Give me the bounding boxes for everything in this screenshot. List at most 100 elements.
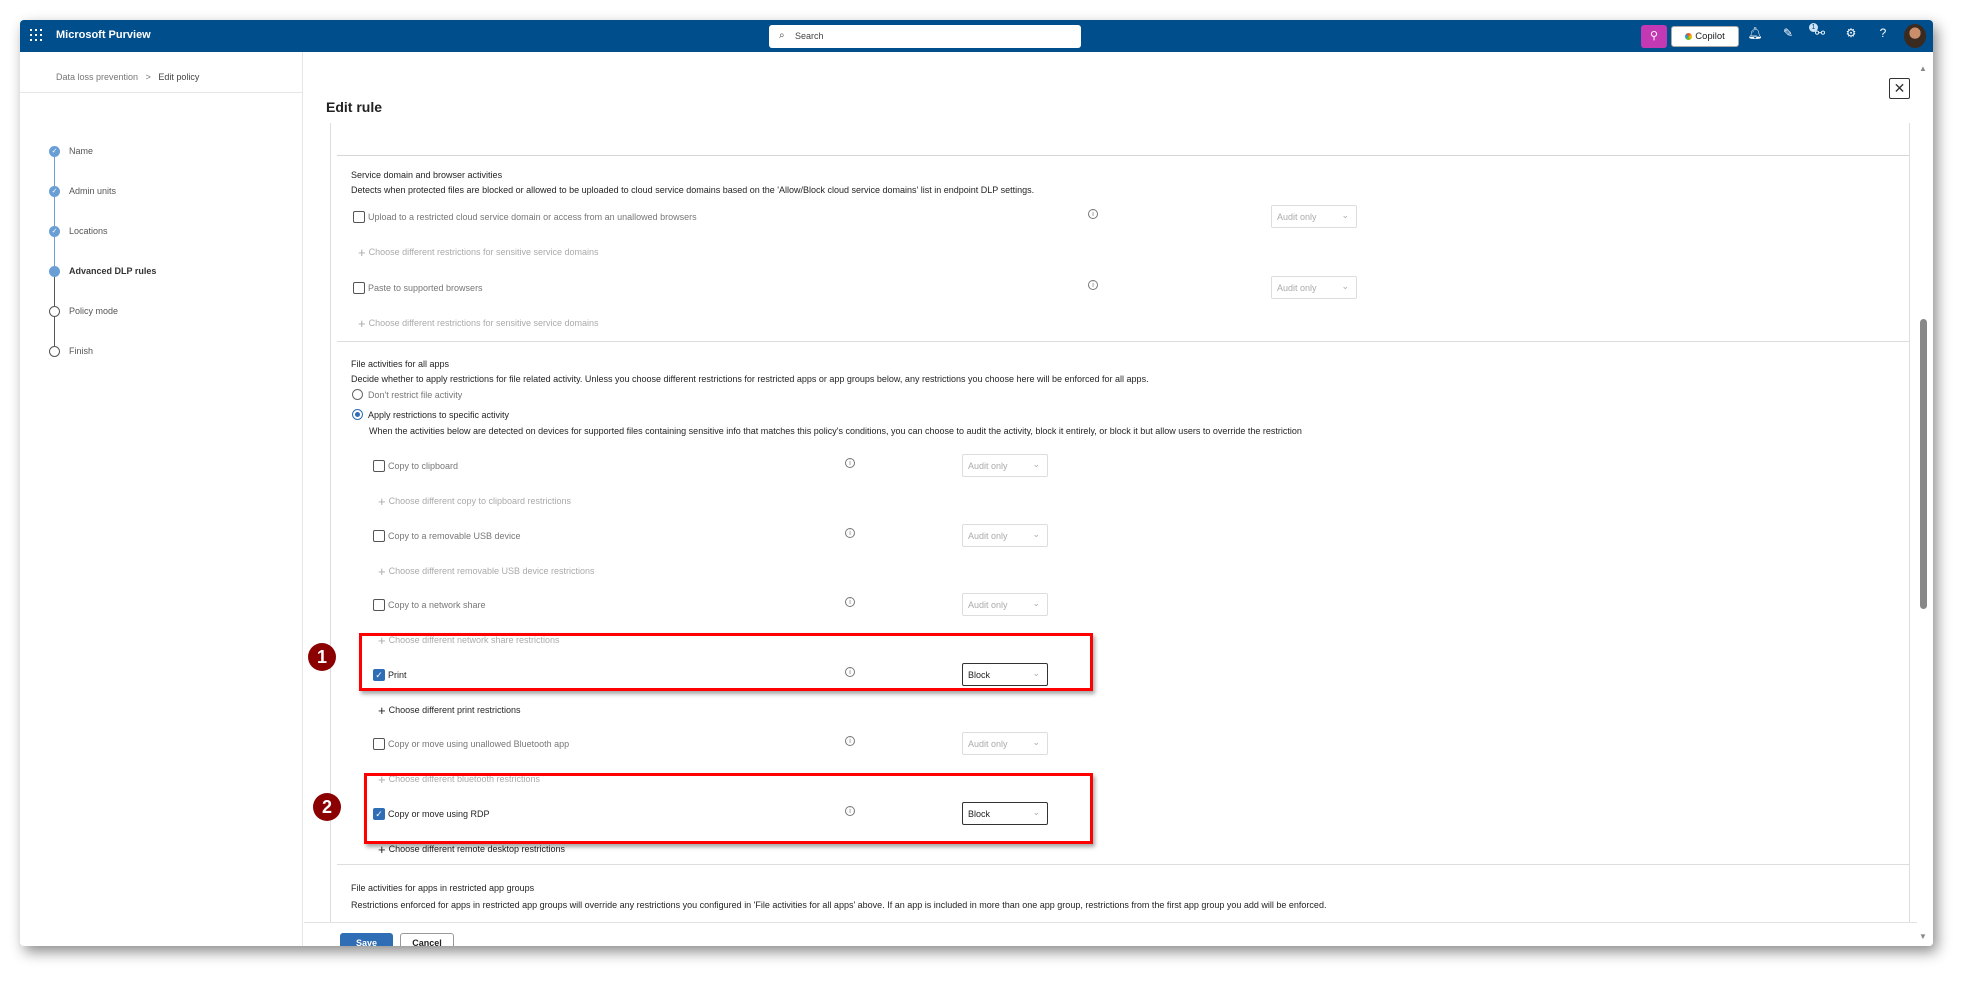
info-icon[interactable]: i: [1088, 209, 1098, 219]
copilot-button[interactable]: Copilot: [1671, 26, 1739, 47]
plus-icon: +: [358, 316, 366, 331]
scrollbar-thumb[interactable]: [1920, 319, 1927, 609]
search-icon: ⌕: [779, 30, 785, 41]
choose-restrictions-link[interactable]: + Choose different restrictions for sensi…: [358, 245, 599, 260]
step-label: Locations: [69, 226, 108, 236]
purview-extension-button[interactable]: ⚲: [1641, 25, 1667, 48]
divider: [337, 864, 1909, 865]
info-icon[interactable]: i: [845, 458, 855, 468]
action-dropdown[interactable]: Audit only ⌄: [962, 454, 1048, 477]
action-dropdown[interactable]: Audit only ⌄: [1271, 205, 1357, 228]
chevron-down-icon: ⌄: [1032, 459, 1040, 469]
checkbox[interactable]: [373, 738, 385, 751]
choose-restrictions-link[interactable]: + Choose different remote desktop restric…: [378, 842, 565, 857]
choose-restrictions-label: Choose different removable USB device re…: [388, 565, 595, 576]
radio-dont-restrict-label[interactable]: Don't restrict file activity: [368, 390, 462, 400]
divider: [337, 341, 1909, 342]
panel-title: Edit rule: [326, 99, 383, 115]
info-icon[interactable]: i: [845, 597, 855, 608]
cancel-button[interactable]: Cancel: [400, 933, 454, 946]
action-dropdown[interactable]: Audit only ⌄: [1271, 276, 1357, 299]
breadcrumb: Data loss prevention > Edit policy: [56, 72, 199, 82]
plus-icon: +: [378, 563, 386, 579]
choose-restrictions-link[interactable]: + Choose different print restrictions: [378, 703, 521, 718]
feedback-icon[interactable]: ✎: [1778, 26, 1798, 40]
chevron-down-icon: ⌄: [1341, 210, 1349, 220]
divider: [304, 922, 1917, 923]
close-button[interactable]: ✕: [1889, 78, 1910, 99]
search-placeholder: Search: [795, 31, 824, 41]
restricted-section-title: File activities for apps in restricted a…: [351, 883, 535, 893]
info-icon[interactable]: i: [845, 527, 855, 538]
chevron-down-icon: ⌄: [1032, 737, 1040, 748]
chevron-down-icon: ⌄: [1341, 281, 1349, 291]
breadcrumb-parent[interactable]: Data loss prevention: [56, 72, 138, 82]
divider: [20, 92, 303, 93]
choose-restrictions-label: Choose different restrictions for sensit…: [368, 247, 599, 257]
activity-label[interactable]: Copy to a network share: [388, 600, 486, 610]
dropdown-value: Audit only: [1277, 283, 1317, 293]
choose-restrictions-label: Choose different print restrictions: [388, 704, 521, 715]
radio-apply-restrictions-label[interactable]: Apply restrictions to specific activity: [368, 410, 509, 420]
choose-restrictions-label: Choose different remote desktop restrict…: [388, 844, 566, 854]
step-label: Advanced DLP rules: [69, 266, 157, 276]
dropdown-value: Audit only: [968, 739, 1008, 750]
share-icon[interactable]: ⚯: [1810, 26, 1830, 40]
checkbox[interactable]: [353, 282, 365, 294]
help-icon[interactable]: ?: [1873, 26, 1893, 40]
divider: [337, 155, 1909, 156]
top-bar: Microsoft Purview ⌕ Search ⚲ Copilot 🔔︎ ✎…: [20, 20, 1933, 52]
plus-icon: +: [378, 842, 386, 857]
step-label: Finish: [69, 346, 94, 356]
activity-label[interactable]: Copy or move using unallowed Bluetooth a…: [388, 739, 569, 749]
info-icon[interactable]: i: [845, 736, 855, 747]
check-circle-icon: ✓: [49, 186, 60, 197]
action-dropdown[interactable]: Audit only ⌄: [962, 523, 1048, 547]
file-section-description: Decide whether to apply restrictions for…: [351, 374, 1149, 384]
choose-restrictions-label: Choose different restrictions for sensit…: [368, 318, 599, 328]
chevron-down-icon: ⌄: [1032, 598, 1040, 609]
radio-dont-restrict[interactable]: [352, 389, 363, 400]
gear-icon[interactable]: ⚙: [1841, 26, 1861, 40]
activity-label[interactable]: Paste to supported browsers: [368, 283, 483, 293]
app-launcher-icon[interactable]: [30, 29, 42, 41]
checkbox[interactable]: [373, 529, 385, 542]
step-label: Policy mode: [69, 306, 119, 316]
dropdown-value: Audit only: [1277, 212, 1317, 222]
checkbox[interactable]: [373, 460, 385, 472]
copilot-icon: [1685, 33, 1693, 40]
check-circle-icon: ✓: [49, 146, 60, 157]
chevron-down-icon: ⌄: [1032, 528, 1040, 539]
activity-label[interactable]: Upload to a restricted cloud service dom…: [368, 212, 697, 222]
breadcrumb-current: Edit policy: [158, 72, 200, 82]
search-input[interactable]: ⌕ Search: [769, 25, 1081, 48]
dropdown-value: Audit only: [968, 461, 1008, 471]
scroll-up-icon[interactable]: ▲: [1919, 64, 1927, 73]
bell-icon[interactable]: 🔔︎: [1745, 26, 1765, 40]
activity-label[interactable]: Copy to clipboard: [388, 461, 458, 471]
checkbox[interactable]: [373, 599, 385, 612]
service-section-description: Detects when protected files are blocked…: [351, 185, 1035, 195]
choose-restrictions-link[interactable]: + Choose different copy to clipboard rest…: [378, 494, 571, 509]
choose-restrictions-link[interactable]: + Choose different removable USB device r…: [378, 564, 595, 579]
choose-restrictions-link[interactable]: + Choose different restrictions for sensi…: [358, 316, 599, 331]
info-icon[interactable]: i: [1088, 280, 1098, 290]
action-dropdown[interactable]: Audit only ⌄: [962, 732, 1048, 756]
scrollbar[interactable]: ▲ ▼: [1917, 64, 1930, 944]
save-button[interactable]: Save: [340, 933, 393, 946]
scroll-down-icon[interactable]: ▼: [1919, 932, 1927, 941]
dropdown-value: Audit only: [968, 600, 1008, 611]
avatar[interactable]: [1904, 24, 1926, 48]
breadcrumb-separator: >: [145, 72, 151, 82]
activity-label[interactable]: Copy to a removable USB device: [388, 531, 521, 541]
action-dropdown[interactable]: Audit only ⌄: [962, 593, 1048, 617]
choose-restrictions-label: Choose different copy to clipboard restr…: [388, 496, 572, 506]
radio-apply-restrictions[interactable]: [352, 409, 363, 420]
apply-description: When the activities below are detected o…: [369, 426, 1302, 436]
file-section-title: File activities for all apps: [351, 359, 450, 369]
step-label: Name: [69, 146, 94, 156]
check-circle-icon: ✓: [49, 226, 60, 237]
app-name[interactable]: Microsoft Purview: [56, 29, 151, 41]
checkbox[interactable]: [353, 211, 365, 223]
plus-icon: +: [358, 245, 366, 260]
